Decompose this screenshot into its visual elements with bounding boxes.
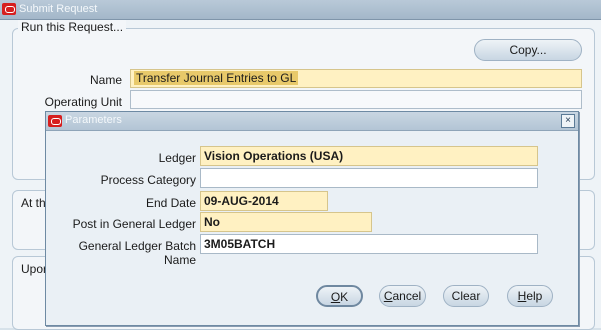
ok-label-rest: K — [340, 290, 349, 304]
end-date-label: End Date — [145, 196, 196, 210]
process-category-field[interactable] — [200, 168, 538, 188]
ok-mnemonic: O — [330, 290, 341, 304]
close-icon[interactable]: × — [561, 114, 575, 128]
operating-unit-label: Operating Unit — [44, 95, 122, 109]
help-button[interactable]: Help — [507, 285, 553, 307]
end-date-field[interactable]: 09-AUG-2014 — [200, 191, 328, 211]
dialog-title-bar: Parameters × — [46, 112, 578, 131]
copy-button[interactable]: Copy... — [474, 39, 582, 61]
ledger-field[interactable]: Vision Operations (USA) — [200, 146, 538, 166]
run-request-group-label: Run this Request... — [18, 20, 127, 34]
clear-button[interactable]: Clear — [443, 285, 489, 307]
window-title-bar: Submit Request — [0, 0, 601, 20]
post-in-gl-field[interactable]: No — [200, 212, 372, 232]
process-category-label: Process Category — [100, 173, 196, 187]
gl-batch-name-label: General Ledger Batch Name — [78, 239, 196, 267]
post-in-gl-label: Post in General Ledger — [72, 217, 196, 231]
dialog-title: Parameters — [65, 114, 122, 126]
ledger-label: Ledger — [158, 151, 196, 165]
cancel-button[interactable]: Cancel — [379, 285, 426, 307]
parameters-dialog: Parameters × Ledger Vision Operations (U… — [45, 111, 579, 326]
name-label: Name — [89, 73, 122, 87]
oracle-logo-icon — [48, 115, 62, 127]
operating-unit-field[interactable] — [130, 90, 582, 109]
request-name-field[interactable]: Transfer Journal Entries to GL — [130, 69, 582, 88]
oracle-logo-icon — [2, 3, 16, 15]
cancel-label-rest: ancel — [392, 289, 422, 303]
window-title: Submit Request — [19, 3, 98, 15]
gl-batch-name-field[interactable]: 3M05BATCH — [200, 234, 538, 254]
help-label-rest: elp — [526, 289, 543, 303]
ok-button[interactable]: OK — [316, 285, 363, 307]
request-name-value: Transfer Journal Entries to GL — [134, 71, 299, 85]
